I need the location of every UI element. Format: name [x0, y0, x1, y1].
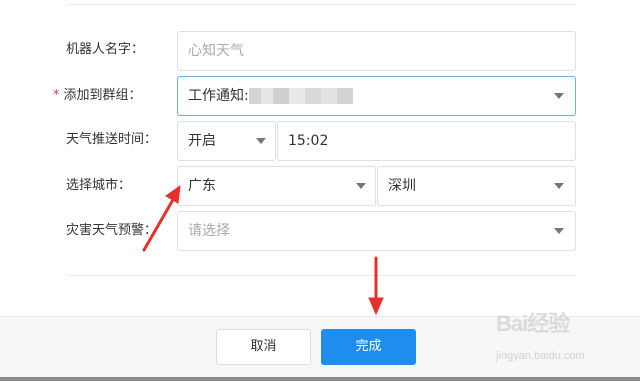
- annotation-arrows: [142, 184, 384, 316]
- annotation-arrow: [142, 196, 176, 252]
- annotation-arrow-head: [368, 297, 384, 316]
- annotation-arrow-head: [165, 184, 181, 204]
